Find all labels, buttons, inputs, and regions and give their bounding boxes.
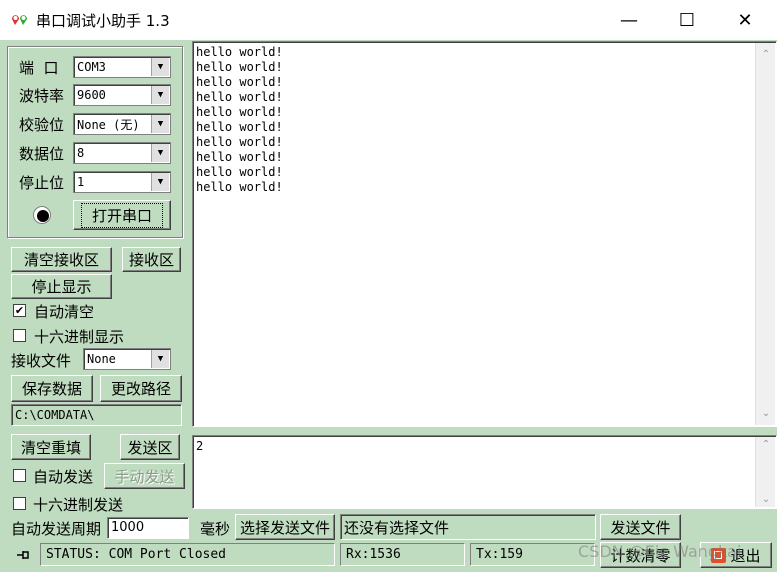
receive-path-field[interactable]: C:\COMDATA\ [11,404,182,426]
send-period-input[interactable]: 1000 [107,517,189,539]
scroll-up-icon[interactable]: ⌃ [756,49,776,60]
baud-label: 波特率 [19,87,65,105]
window-title: 串口调试小助手 1.3 [36,12,170,30]
status-text: STATUS: COM Port Closed [40,543,335,566]
baud-value: 9600 [77,88,106,102]
receive-line: hello world! [196,120,283,134]
stopbits-label: 停止位 [19,174,65,192]
receive-line: hello world! [196,105,283,119]
chevron-down-icon[interactable]: ▼ [151,58,169,76]
hex-send-checkbox[interactable] [13,497,26,510]
clear-send-button[interactable]: 清空重填 [11,434,91,460]
receive-scrollbar[interactable]: ⌃ ⌄ [755,43,775,425]
chevron-down-icon[interactable]: ▼ [151,144,169,162]
pin-icon[interactable] [14,546,32,564]
send-area-button[interactable]: 发送区 [120,434,180,460]
receive-line: hello world! [196,180,283,194]
send-period-label: 自动发送周期 [11,520,102,538]
scroll-down-icon[interactable]: ⌄ [756,494,776,505]
receive-line: hello world! [196,45,283,59]
port-select[interactable]: COM3 ▼ [73,56,171,78]
databits-value: 8 [77,146,85,160]
receive-line: hello world! [196,75,283,89]
rx-counter: Rx:1536 [340,543,465,566]
receive-line: hello world! [196,165,283,179]
close-button[interactable]: ✕ [716,0,774,40]
port-status-indicator-icon [33,206,51,224]
hex-send-label: 十六进制发送 [33,496,124,514]
baud-select[interactable]: 9600 ▼ [73,84,171,106]
send-text-area[interactable]: 2 ⌃ ⌄ [192,435,777,509]
chevron-down-icon[interactable]: ▼ [151,350,169,368]
receive-line: hello world! [196,90,283,104]
chevron-down-icon[interactable]: ▼ [151,173,169,191]
auto-send-checkbox[interactable] [13,469,26,482]
chevron-down-icon[interactable]: ▼ [151,86,169,104]
databits-select[interactable]: 8 ▼ [73,142,171,164]
send-file-status: 还没有选择文件 [340,514,596,540]
exit-button[interactable]: 退出 [700,542,772,568]
receive-text-area[interactable]: hello world! hello world! hello world! hell… [192,41,777,427]
parity-label: 校验位 [19,116,65,134]
receive-file-select[interactable]: None ▼ [83,348,171,370]
parity-select[interactable]: None (无) ▼ [73,113,171,135]
send-content: 2 [196,439,204,453]
parity-value: None (无) [77,117,140,132]
exit-icon [711,547,727,563]
clear-receive-button[interactable]: 清空接收区 [11,247,112,272]
receive-area-button[interactable]: 接收区 [122,247,181,272]
open-port-label: 打开串口 [80,202,163,228]
save-data-button[interactable]: 保存数据 [11,375,93,402]
receive-line: hello world! [196,60,283,74]
choose-send-file-button[interactable]: 选择发送文件 [235,514,335,540]
port-value: COM3 [77,60,106,74]
receive-line: hello world! [196,135,283,149]
minimize-button[interactable]: — [600,0,658,40]
open-port-button[interactable]: 打开串口 [73,200,171,230]
receive-file-value: None [87,352,116,366]
receive-lines: hello world! hello world! hello world! hell… [196,45,283,195]
send-scrollbar[interactable]: ⌃ ⌄ [755,437,775,507]
hex-display-checkbox[interactable] [13,329,26,342]
send-file-button[interactable]: 发送文件 [600,514,681,540]
maximize-button[interactable]: ☐ [658,0,716,40]
app-icon [10,11,32,29]
count-clear-button[interactable]: 计数清零 [600,542,681,568]
stopbits-value: 1 [77,175,85,189]
scroll-up-icon[interactable]: ⌃ [756,439,776,450]
auto-send-label: 自动发送 [33,468,94,486]
stopbits-select[interactable]: 1 ▼ [73,171,171,193]
change-path-button[interactable]: 更改路径 [100,375,182,402]
port-label: 端 口 [19,59,59,77]
hex-display-label: 十六进制显示 [34,328,125,346]
period-unit-label: 毫秒 [200,520,231,538]
databits-label: 数据位 [19,145,65,163]
auto-clear-checkbox[interactable]: ✔ [13,304,26,317]
stop-display-button[interactable]: 停止显示 [11,274,112,299]
receive-line: hello world! [196,150,283,164]
tx-counter: Tx:159 [470,543,595,566]
auto-clear-label: 自动清空 [34,303,95,321]
chevron-down-icon[interactable]: ▼ [151,115,169,133]
scroll-down-icon[interactable]: ⌄ [756,408,776,419]
manual-send-button[interactable]: 手动发送 [104,463,185,489]
receive-file-label: 接收文件 [11,352,72,370]
